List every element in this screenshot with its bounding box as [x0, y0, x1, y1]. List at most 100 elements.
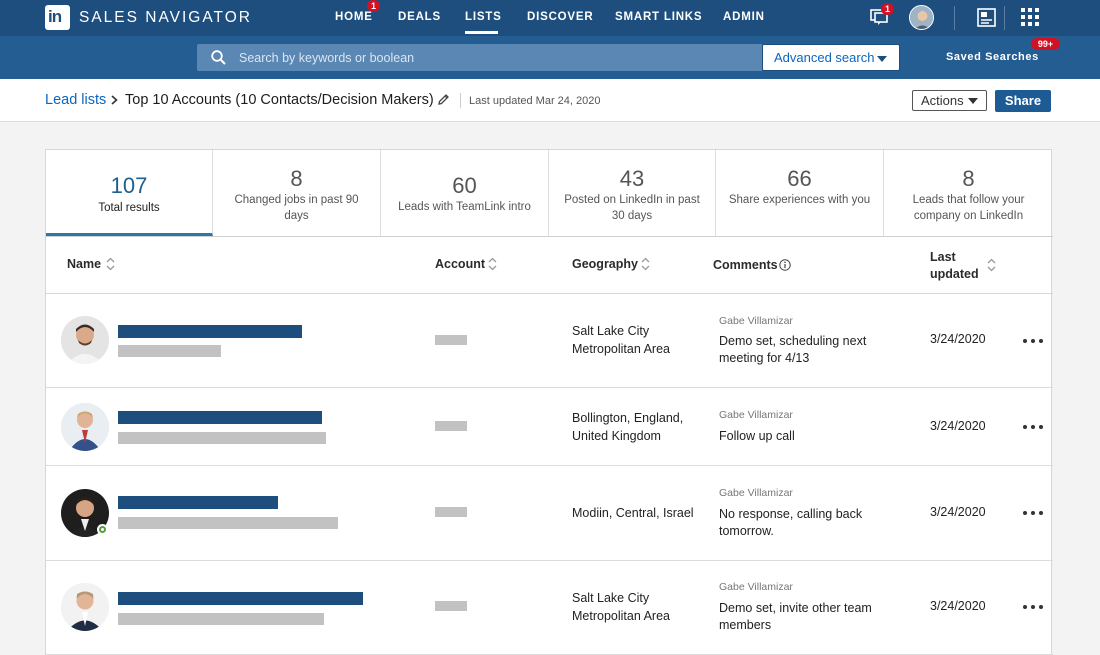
- lead-list-card: 107 Total results 8 Changed jobs in past…: [45, 149, 1053, 655]
- more-options-icon[interactable]: [1023, 603, 1045, 611]
- profile-avatar[interactable]: [909, 5, 934, 30]
- nav-deals[interactable]: DEALS: [398, 11, 441, 23]
- advanced-search-label: Advanced search: [774, 50, 875, 65]
- stat-label: Leads with TeamLink intro: [398, 201, 531, 213]
- stat-teamlink[interactable]: 60 Leads with TeamLink intro: [381, 150, 549, 236]
- stat-value: 8: [290, 166, 303, 191]
- chevron-right-icon: [111, 95, 118, 105]
- nav-lists[interactable]: LISTS: [465, 11, 502, 23]
- header-line-2: updated: [930, 267, 979, 281]
- last-updated-cell: 3/24/2020: [930, 332, 986, 346]
- more-options-icon[interactable]: [1023, 337, 1045, 345]
- person-photo: [61, 583, 109, 631]
- account-redacted[interactable]: [435, 335, 467, 345]
- lead-name-redacted[interactable]: [118, 592, 363, 605]
- stat-label: Leads that follow your company on Linked…: [912, 194, 1025, 222]
- nav-admin[interactable]: ADMIN: [723, 11, 765, 23]
- more-options-icon[interactable]: [1023, 423, 1045, 431]
- lead-title-redacted: [118, 613, 324, 625]
- nav-active-indicator: [465, 31, 498, 34]
- geography-cell: Modiin, Central, Israel: [572, 504, 712, 522]
- divider: [46, 236, 1053, 237]
- commenter-name: Gabe Villamizar: [719, 487, 793, 499]
- table-row[interactable]: Salt Lake City Metropolitan Area Gabe Vi…: [46, 294, 1053, 388]
- nav-divider: [1004, 6, 1005, 30]
- geo-line-1: Bollington, England,: [572, 411, 684, 425]
- stat-posted[interactable]: 43 Posted on LinkedIn in past 30 days: [549, 150, 716, 236]
- comment-text: Demo set, scheduling next meeting for 4/…: [719, 334, 867, 365]
- last-updated-cell: 3/24/2020: [930, 419, 986, 433]
- column-header-last-updated[interactable]: Last updated: [930, 249, 979, 283]
- commenter-name: Gabe Villamizar: [719, 315, 793, 327]
- stat-label: Share experiences with you: [728, 194, 871, 206]
- more-options-icon[interactable]: [1023, 509, 1045, 517]
- lead-avatar[interactable]: [61, 316, 109, 364]
- stat-changed-jobs[interactable]: 8 Changed jobs in past 90 days: [213, 150, 381, 236]
- sort-icon[interactable]: [641, 257, 650, 271]
- column-header-name[interactable]: Name: [67, 257, 101, 271]
- column-header-comments: Comments: [713, 258, 778, 272]
- stat-value: 66: [787, 166, 812, 191]
- stat-label: Total results: [98, 202, 160, 214]
- breadcrumb-bar: Lead lists Top 10 Accounts (10 Contacts/…: [0, 79, 1100, 122]
- commenter-name: Gabe Villamizar: [719, 409, 793, 421]
- caret-down-icon: [877, 56, 887, 62]
- comment-text: No response, calling back tomorrow.: [719, 507, 863, 538]
- messages-badge: 1: [881, 3, 894, 15]
- nav-smart-links[interactable]: SMART LINKS: [615, 11, 702, 23]
- account-redacted[interactable]: [435, 421, 467, 431]
- geography-cell: Salt Lake City Metropolitan Area: [572, 322, 702, 358]
- info-icon[interactable]: [779, 259, 791, 271]
- column-header-account[interactable]: Account: [435, 257, 485, 271]
- lead-avatar[interactable]: [61, 583, 109, 631]
- breadcrumb-lead-lists[interactable]: Lead lists: [45, 92, 106, 108]
- advanced-search-button[interactable]: Advanced search: [762, 44, 900, 71]
- notes-icon[interactable]: [977, 7, 996, 28]
- account-redacted[interactable]: [435, 507, 467, 517]
- edit-pencil-icon[interactable]: [437, 93, 450, 106]
- saved-searches-link[interactable]: Saved Searches: [946, 51, 1039, 63]
- comment-text: Follow up call: [719, 429, 795, 443]
- lead-name-redacted[interactable]: [118, 325, 302, 338]
- lead-name-redacted[interactable]: [118, 496, 278, 509]
- search-icon: [211, 50, 226, 65]
- geo-line-2: United Kingdom: [572, 429, 661, 443]
- table-row[interactable]: Bollington, England, United Kingdom Gabe…: [46, 388, 1053, 466]
- column-header-geography[interactable]: Geography: [572, 257, 638, 271]
- stat-value: 60: [452, 173, 477, 198]
- brand-name: SALES NAVIGATOR: [79, 9, 252, 26]
- account-redacted[interactable]: [435, 601, 467, 611]
- table-row[interactable]: Salt Lake City Metropolitan Area Gabe Vi…: [46, 561, 1053, 655]
- search-input[interactable]: [239, 44, 749, 71]
- stat-value: 43: [619, 166, 645, 191]
- sort-icon[interactable]: [106, 257, 115, 271]
- apps-grid-icon[interactable]: [1021, 8, 1039, 26]
- lead-avatar[interactable]: [61, 403, 109, 451]
- share-button[interactable]: Share: [995, 90, 1051, 112]
- comment-text: Demo set, invite other team members: [719, 601, 872, 632]
- geo-line-1: Salt Lake City: [572, 324, 650, 338]
- person-photo: [61, 316, 109, 364]
- last-updated-cell: 3/24/2020: [930, 599, 986, 613]
- divider: [460, 93, 461, 108]
- stat-total-results[interactable]: 107 Total results: [46, 150, 213, 236]
- stat-value: 8: [962, 166, 975, 191]
- logo-text: in: [48, 7, 62, 26]
- nav-home[interactable]: HOME: [335, 11, 373, 23]
- stat-follow-company[interactable]: 8 Leads that follow your company on Link…: [884, 150, 1053, 236]
- lead-title-redacted: [118, 345, 221, 357]
- nav-discover[interactable]: DISCOVER: [527, 11, 593, 23]
- stat-label: Posted on LinkedIn in past 30 days: [564, 194, 700, 222]
- sort-icon[interactable]: [987, 258, 996, 272]
- actions-dropdown[interactable]: Actions: [912, 90, 987, 111]
- table-row[interactable]: Modiin, Central, Israel Gabe Villamizar …: [46, 466, 1053, 561]
- commenter-name: Gabe Villamizar: [719, 581, 793, 593]
- geo-line-1: Salt Lake City: [572, 591, 650, 605]
- lead-name-redacted[interactable]: [118, 411, 322, 424]
- linkedin-logo[interactable]: in: [45, 5, 70, 30]
- geo-line-1: Modiin, Central, Israel: [572, 506, 694, 520]
- sort-icon[interactable]: [488, 257, 497, 271]
- caret-down-icon: [968, 98, 978, 104]
- lead-title-redacted: [118, 432, 326, 444]
- stat-share-experiences[interactable]: 66 Share experiences with you: [716, 150, 884, 236]
